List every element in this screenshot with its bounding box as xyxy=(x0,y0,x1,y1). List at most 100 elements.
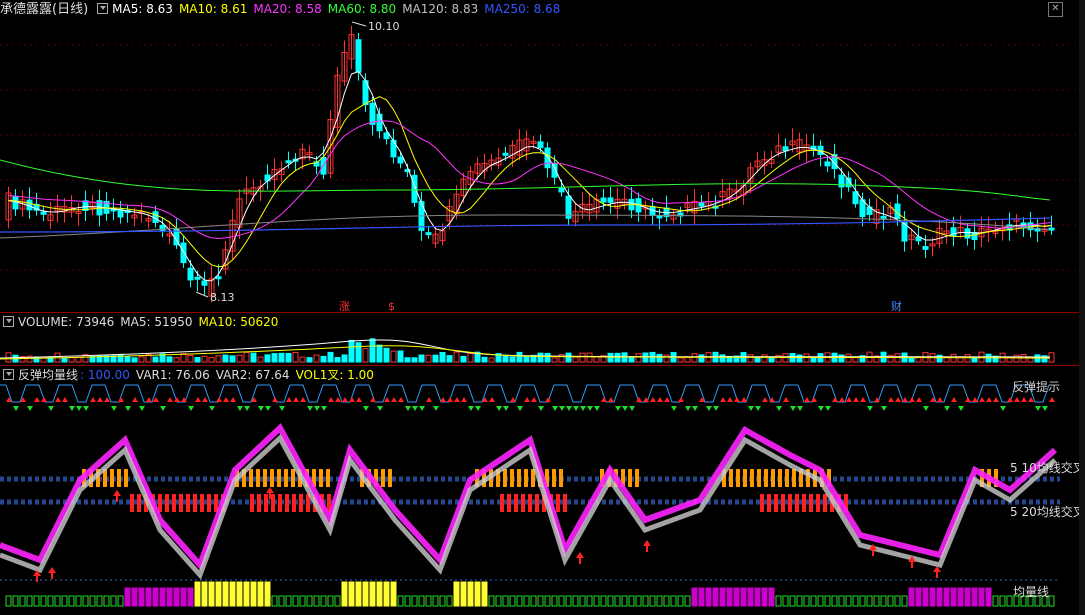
cross-510-bar xyxy=(388,469,392,487)
candle-body xyxy=(187,267,194,281)
volume-bar xyxy=(152,356,159,363)
junliang-bar xyxy=(54,595,61,607)
volume-bar xyxy=(355,342,362,363)
signal-arrow xyxy=(426,397,432,402)
junliang-bar xyxy=(390,581,397,607)
volume-bar xyxy=(390,350,397,363)
volume-bar xyxy=(411,357,418,363)
cross-520-bar xyxy=(186,494,190,512)
cross-520-bar xyxy=(130,494,134,512)
junliang-bar xyxy=(61,595,68,607)
signal-arrow xyxy=(538,406,544,411)
signal-arrow xyxy=(440,397,446,402)
junliang-bar xyxy=(943,587,950,607)
junliang-bar xyxy=(110,595,117,607)
signal-arrow xyxy=(825,406,831,411)
signal-arrow xyxy=(629,406,635,411)
junliang-bar xyxy=(558,595,565,607)
signal-arrow xyxy=(545,397,551,402)
junliang-bar xyxy=(859,595,866,607)
signal-arrow xyxy=(636,397,642,402)
volume-bar xyxy=(222,354,229,363)
junliang-bar xyxy=(775,595,782,607)
junliang-bar xyxy=(992,595,999,607)
chart-canvas[interactable]: 10.10 8.13 涨 $ 财 xyxy=(0,0,1085,615)
cross-510-bar xyxy=(750,469,754,487)
junliang-bar xyxy=(957,587,964,607)
signal-arrow xyxy=(510,397,516,402)
cross-510-bar xyxy=(124,469,128,487)
cross-510-bar xyxy=(517,469,521,487)
cross-510-bar xyxy=(736,469,740,487)
junliang-bar xyxy=(481,581,488,607)
volume-bar xyxy=(369,338,376,363)
high-price-label: 10.10 xyxy=(368,20,400,33)
cross-510-bar xyxy=(503,469,507,487)
signal-arrow xyxy=(503,406,509,411)
candle-body xyxy=(369,102,376,125)
junliang-bar xyxy=(761,587,768,607)
signal-arrow xyxy=(265,406,271,411)
junliang-bar xyxy=(523,595,530,607)
volume-bar xyxy=(201,355,208,363)
junliang-bar xyxy=(75,595,82,607)
signal-arrow xyxy=(300,397,306,402)
signal-arrow xyxy=(13,406,19,411)
junliang-bar xyxy=(271,595,278,607)
signal-arrow xyxy=(209,406,215,411)
volume-bar xyxy=(313,354,320,363)
cross-510-bar xyxy=(381,469,385,487)
junliang-bar xyxy=(684,595,691,607)
candle-body xyxy=(782,146,789,152)
right-scrollbar[interactable] xyxy=(1079,0,1085,615)
cross-520-bar xyxy=(535,494,539,512)
volume-bar xyxy=(446,355,453,363)
junliang-bar xyxy=(313,595,320,607)
candle-body xyxy=(971,231,978,241)
junliang-bar xyxy=(663,595,670,607)
signal-arrow xyxy=(34,397,40,402)
junliang-bar xyxy=(348,581,355,607)
junliang-bar xyxy=(369,581,376,607)
signal-arrow xyxy=(146,397,152,402)
up-arrow xyxy=(48,567,56,579)
signal-arrow xyxy=(601,397,607,402)
junliang-bar xyxy=(299,595,306,607)
cross-520-bar xyxy=(521,494,525,512)
volume-bar xyxy=(299,356,306,363)
signal-arrow xyxy=(566,406,572,411)
junliang-bar xyxy=(908,587,915,607)
volume-bar xyxy=(138,356,145,363)
signal-arrow xyxy=(230,397,236,402)
volume-bar xyxy=(334,357,341,363)
junliang-bar xyxy=(208,581,215,607)
signal-arrow xyxy=(727,397,733,402)
volume-bar xyxy=(383,347,390,363)
junliang-bar xyxy=(341,581,348,607)
signal-arrow xyxy=(853,397,859,402)
signal-arrow xyxy=(678,397,684,402)
signal-arrow xyxy=(531,397,537,402)
volume-bar xyxy=(810,357,817,363)
volume-bar xyxy=(607,352,614,363)
junliang-bar xyxy=(355,581,362,607)
junliang-bar xyxy=(467,581,474,607)
signal-arrow xyxy=(622,406,628,411)
junliang-bar xyxy=(656,595,663,607)
candle-body xyxy=(656,215,663,219)
signal-arrow xyxy=(461,397,467,402)
junliang-bar xyxy=(915,587,922,607)
junliang-bar xyxy=(649,595,656,607)
junliang-bar xyxy=(131,587,138,607)
volume-bar xyxy=(166,356,173,363)
signal-arrow xyxy=(90,397,96,402)
volume-bar xyxy=(348,339,355,363)
junliang-bar xyxy=(544,595,551,607)
cross-510-bar xyxy=(559,469,563,487)
junliang-bar xyxy=(572,595,579,607)
volume-bar xyxy=(194,356,201,363)
volume-bar xyxy=(509,356,516,363)
volume-bar xyxy=(586,352,593,363)
volume-bar xyxy=(537,352,544,363)
junliang-bar xyxy=(705,587,712,607)
